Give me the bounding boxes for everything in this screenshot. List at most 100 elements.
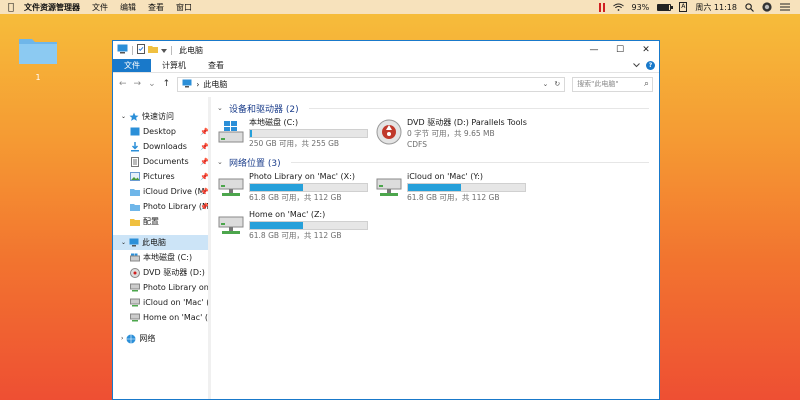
nav-this-pc[interactable]: ⌄ 此电脑 [113, 235, 211, 250]
nav-label: 快速访问 [142, 112, 175, 121]
divider [171, 45, 172, 55]
drive-tile-c[interactable]: 本地磁盘 (C:) 250 GB 可用，共 255 GB [217, 116, 375, 154]
search-placeholder: 搜索"此电脑" [577, 80, 619, 88]
nav-item-net-y[interactable]: iCloud on 'Mac' (Y: [113, 295, 211, 310]
address-dropdown-icon[interactable]: ⌄ [542, 80, 548, 88]
network-drive-tile-x[interactable]: Photo Library on 'Mac' (X:) 61.8 GB 可用，共… [217, 170, 375, 208]
minimize-button[interactable]: — [581, 41, 607, 59]
siri-icon[interactable] [762, 2, 772, 12]
menu-edit[interactable]: 编辑 [114, 2, 142, 13]
dvd-icon [375, 118, 403, 146]
menu-window[interactable]: 窗口 [170, 2, 198, 13]
pc-icon[interactable] [117, 44, 128, 56]
tab-file[interactable]: 文件 [113, 59, 151, 72]
search-icon[interactable]: ⌕ [644, 79, 649, 89]
network-drive-icon [375, 172, 403, 200]
menu-file[interactable]: 文件 [86, 2, 114, 13]
forward-icon[interactable]: → [134, 79, 142, 89]
folder-icon [129, 186, 140, 197]
recent-locations-icon[interactable]: ⌄ [148, 79, 156, 89]
expand-icon[interactable]: ⌄ [121, 239, 126, 246]
nav-label: 本地磁盘 (C:) [143, 253, 193, 262]
nav-quick-access[interactable]: ⌄ 快速访问 [113, 109, 211, 124]
nav-network[interactable]: › 网络 [113, 331, 211, 346]
expand-ribbon-icon[interactable] [633, 61, 640, 70]
folder-icon [129, 216, 140, 227]
drive-name: iCloud on 'Mac' (Y:) [407, 172, 484, 181]
folder-icon [19, 39, 57, 64]
breadcrumb[interactable]: 此电脑 [203, 79, 227, 90]
properties-icon[interactable] [137, 44, 145, 56]
wifi-icon[interactable] [612, 3, 624, 11]
quick-access-dropdown-icon[interactable] [161, 46, 167, 55]
menu-app-name[interactable]: 文件资源管理器 [22, 2, 86, 13]
apple-icon[interactable]:  [0, 2, 22, 13]
input-method-icon[interactable]: A [679, 2, 688, 12]
desktop-folder[interactable]: 1 [18, 35, 58, 82]
network-drive-tile-z[interactable]: Home on 'Mac' (Z:) 61.8 GB 可用，共 112 GB [217, 208, 375, 246]
nav-label: Photo Library (M [143, 202, 209, 211]
nav-item-net-z[interactable]: Home on 'Mac' (Z:) [113, 310, 211, 325]
nav-item-net-x[interactable]: Photo Library on 'M [113, 280, 211, 295]
parallels-icon[interactable] [598, 2, 605, 12]
battery-icon[interactable] [657, 3, 674, 11]
drive-space: 250 GB 可用，共 255 GB [249, 139, 340, 148]
drive-space: 61.8 GB 可用，共 112 GB [407, 193, 500, 202]
nav-item-drive-c[interactable]: 本地磁盘 (C:) [113, 250, 211, 265]
drive-usage-bar [407, 183, 526, 192]
expand-icon[interactable]: ⌄ [121, 113, 126, 120]
title-bar[interactable]: 此电脑 — ☐ ✕ [113, 41, 659, 59]
help-icon[interactable]: ? [646, 61, 655, 70]
nav-item-documents[interactable]: Documents 📌 [113, 154, 211, 169]
drive-space: 61.8 GB 可用，共 112 GB [249, 193, 342, 202]
network-drive-icon [129, 282, 140, 293]
address-bar[interactable]: › 此电脑 ⌄ ↻ [177, 76, 566, 92]
close-button[interactable]: ✕ [633, 41, 659, 59]
nav-item-desktop[interactable]: Desktop 📌 [113, 124, 211, 139]
star-icon [128, 111, 139, 122]
drive-name: Home on 'Mac' (Z:) [249, 210, 326, 219]
nav-item-icloud-drive[interactable]: iCloud Drive (M 📌 [113, 184, 211, 199]
network-drive-tile-y[interactable]: iCloud on 'Mac' (Y:) 61.8 GB 可用，共 112 GB [375, 170, 533, 208]
nav-label: Home on 'Mac' (Z:) [143, 313, 211, 322]
nav-item-downloads[interactable]: Downloads 📌 [113, 139, 211, 154]
new-folder-icon[interactable] [148, 45, 158, 55]
menu-view[interactable]: 查看 [142, 2, 170, 13]
collapse-icon[interactable]: ⌄ [217, 158, 225, 166]
divider [132, 45, 133, 55]
nav-label: 配置 [143, 217, 159, 226]
group-header-devices[interactable]: ⌄ 设备和驱动器 (2) [217, 100, 659, 116]
search-icon[interactable] [745, 2, 754, 12]
nav-label: 网络 [139, 334, 156, 343]
nav-label: iCloud on 'Mac' (Y: [143, 298, 211, 307]
nav-item-config[interactable]: 配置 [113, 214, 211, 229]
desktop-folder-label: 1 [35, 73, 41, 82]
nav-item-pictures[interactable]: Pictures 📌 [113, 169, 211, 184]
network-icon [125, 333, 136, 344]
search-input[interactable]: 搜索"此电脑" ⌕ [572, 76, 653, 92]
back-icon[interactable]: ← [119, 79, 127, 89]
tab-computer[interactable]: 计算机 [151, 59, 197, 72]
ribbon: 文件 计算机 查看 ? [113, 59, 659, 73]
divider [290, 161, 649, 163]
drive-tile-dvd[interactable]: DVD 驱动器 (D:) Parallels Tools 0 字节 可用，共 9… [375, 116, 533, 154]
pictures-icon [129, 171, 140, 182]
group-header-network[interactable]: ⌄ 网络位置 (3) [217, 154, 659, 170]
drive-usage-bar [249, 183, 368, 192]
collapse-icon[interactable]: ⌄ [217, 104, 225, 112]
notification-center-icon[interactable] [780, 3, 790, 11]
dvd-icon [129, 267, 140, 278]
address-row: ← → ⌄ ↑ › 此电脑 ⌄ ↻ 搜索"此电脑" ⌕ [113, 73, 659, 95]
nav-item-dvd[interactable]: DVD 驱动器 (D:) Pa [113, 265, 211, 280]
nav-label: Downloads [143, 142, 187, 151]
up-icon[interactable]: ↑ [163, 79, 171, 89]
group-title: 网络位置 (3) [229, 158, 281, 169]
tab-view[interactable]: 查看 [197, 59, 235, 72]
nav-item-photo-library[interactable]: Photo Library (M 📌 [113, 199, 211, 214]
network-tiles: Photo Library on 'Mac' (X:) 61.8 GB 可用，共… [217, 170, 659, 246]
explorer-window: 此电脑 — ☐ ✕ 文件 计算机 查看 ? ← → ⌄ ↑ › 此电脑 ⌄ ↻ … [112, 40, 660, 400]
menu-clock[interactable]: 周六 11:18 [695, 2, 737, 13]
refresh-icon[interactable]: ↻ [554, 80, 560, 88]
expand-icon[interactable]: › [121, 335, 123, 342]
maximize-button[interactable]: ☐ [607, 41, 633, 59]
